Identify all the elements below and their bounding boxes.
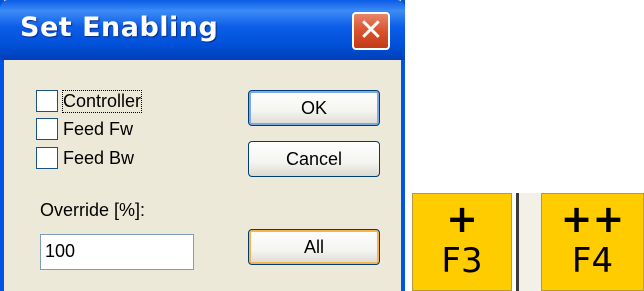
cancel-button[interactable]: Cancel [248, 141, 380, 177]
feed-fw-checkbox-box[interactable] [36, 118, 58, 140]
controller-checkbox-box[interactable] [36, 90, 58, 112]
feed-bw-checkbox-label: Feed Bw [63, 147, 135, 168]
f3-key-button[interactable]: + F3 [412, 193, 512, 291]
feed-bw-checkbox[interactable]: Feed Bw [36, 146, 134, 170]
dialog-title: Set Enabling [20, 12, 219, 43]
controller-checkbox[interactable]: Controller [36, 89, 143, 113]
plus-icon: + [446, 197, 478, 241]
set-enabling-dialog: Set Enabling ✕ Controller Feed Fw Feed B… [0, 0, 405, 291]
ok-button[interactable]: OK [248, 90, 380, 126]
feed-fw-checkbox[interactable]: Feed Fw [36, 117, 133, 141]
override-label: Override [%]: [40, 200, 146, 220]
f4-key-button[interactable]: ++ F4 [541, 193, 644, 291]
feed-fw-checkbox-label: Feed Fw [63, 118, 134, 139]
double-plus-icon: ++ [560, 197, 625, 241]
all-button[interactable]: All [248, 229, 380, 265]
toolbar-gap [519, 193, 541, 291]
close-button[interactable]: ✕ [352, 12, 390, 50]
dialog-titlebar[interactable]: Set Enabling ✕ [0, 0, 405, 60]
feed-bw-checkbox-box[interactable] [36, 147, 58, 169]
close-icon: ✕ [358, 13, 384, 48]
f3-key-label: F3 [441, 241, 483, 281]
controller-checkbox-label: Controller [61, 89, 143, 113]
f4-key-label: F4 [571, 241, 614, 281]
override-input[interactable]: 100 [40, 234, 194, 270]
